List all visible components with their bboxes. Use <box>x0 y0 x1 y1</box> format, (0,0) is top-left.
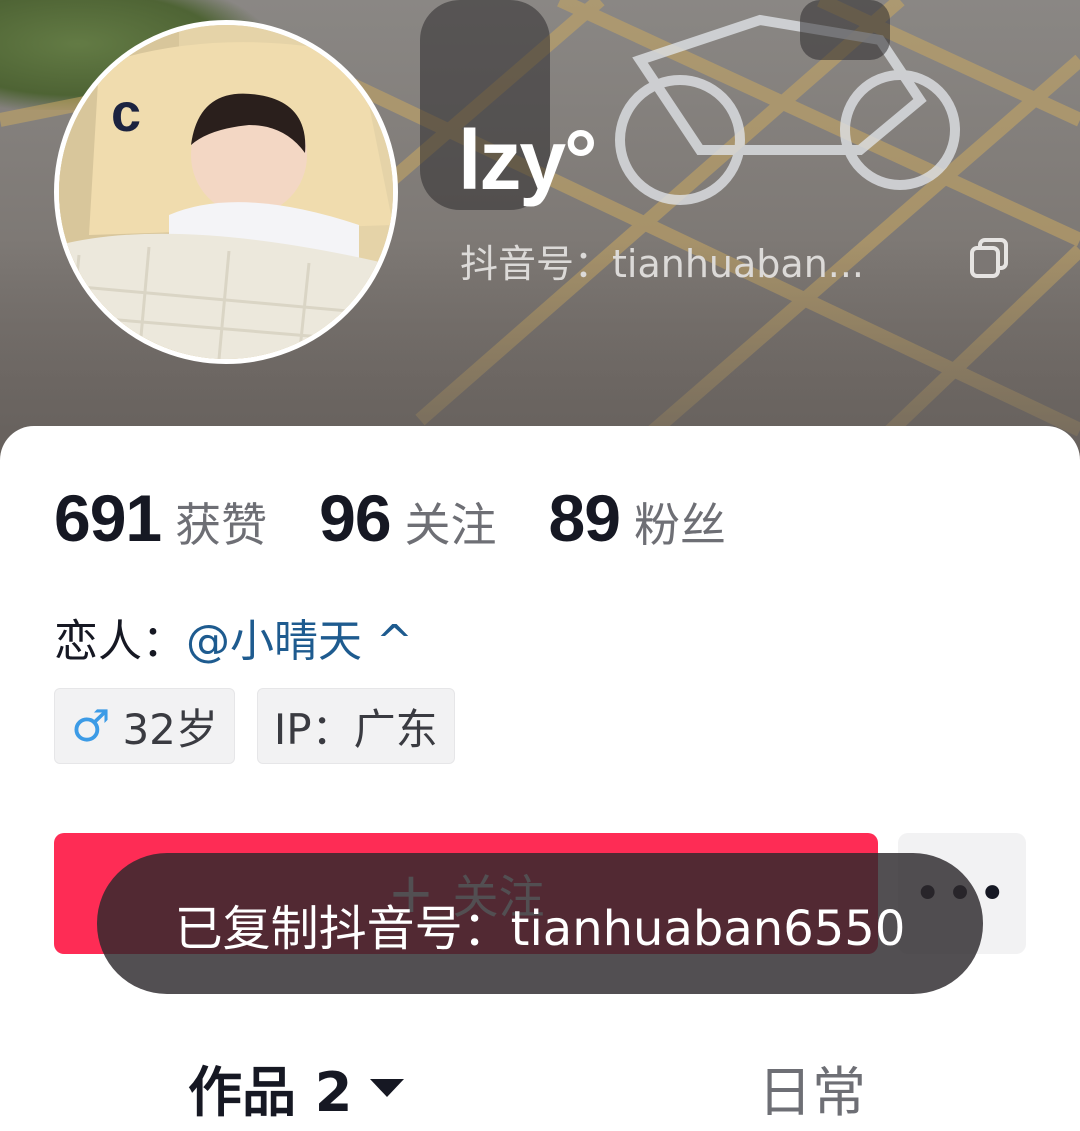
stat-followers-count: 89 <box>548 481 621 555</box>
stat-followers[interactable]: 89 粉丝 <box>549 480 726 556</box>
copy-icon[interactable] <box>968 236 1012 280</box>
ip-tag: IP：广东 <box>256 688 455 764</box>
lover-line: 恋人：@小晴天 ^ <box>54 605 413 669</box>
douyin-id: 抖音号：tianhuaban... <box>460 242 865 286</box>
caret-down-icon[interactable] <box>370 1078 405 1097</box>
stat-likes[interactable]: 691 获赞 <box>54 480 267 556</box>
profile-name: lzy° <box>458 113 598 207</box>
copied-toast: 已复制抖音号：tianhuaban6550 <box>97 853 983 994</box>
age-text: 32岁 <box>122 704 218 754</box>
age-tag: ♂ 32岁 <box>54 688 235 764</box>
profile-tabs: 作品 2 日常 <box>0 1040 1080 1131</box>
svg-text:c: c <box>111 83 141 143</box>
stat-followers-label: 粉丝 <box>633 498 726 552</box>
profile-stats: 691 获赞 96 关注 89 粉丝 <box>54 480 778 560</box>
avatar-image: c <box>59 25 393 359</box>
avatar[interactable]: c <box>54 20 398 364</box>
stat-following-label: 关注 <box>404 498 497 552</box>
lover-link[interactable]: @小晴天 ^ <box>186 616 413 667</box>
tab-daily[interactable]: 日常 <box>758 1048 866 1127</box>
ip-text: IP：广东 <box>273 704 438 754</box>
lover-label: 恋人： <box>54 616 186 667</box>
stat-likes-label: 获赞 <box>175 498 268 552</box>
stat-following-count: 96 <box>319 481 391 555</box>
profile-tags: ♂ 32岁 IP：广东 <box>54 688 455 764</box>
tab-works[interactable]: 作品 2 <box>188 1048 405 1127</box>
male-icon: ♂ <box>71 700 111 752</box>
tab-works-label: 作品 2 <box>188 1061 353 1124</box>
stat-following[interactable]: 96 关注 <box>319 480 496 556</box>
stat-likes-count: 691 <box>54 481 162 555</box>
